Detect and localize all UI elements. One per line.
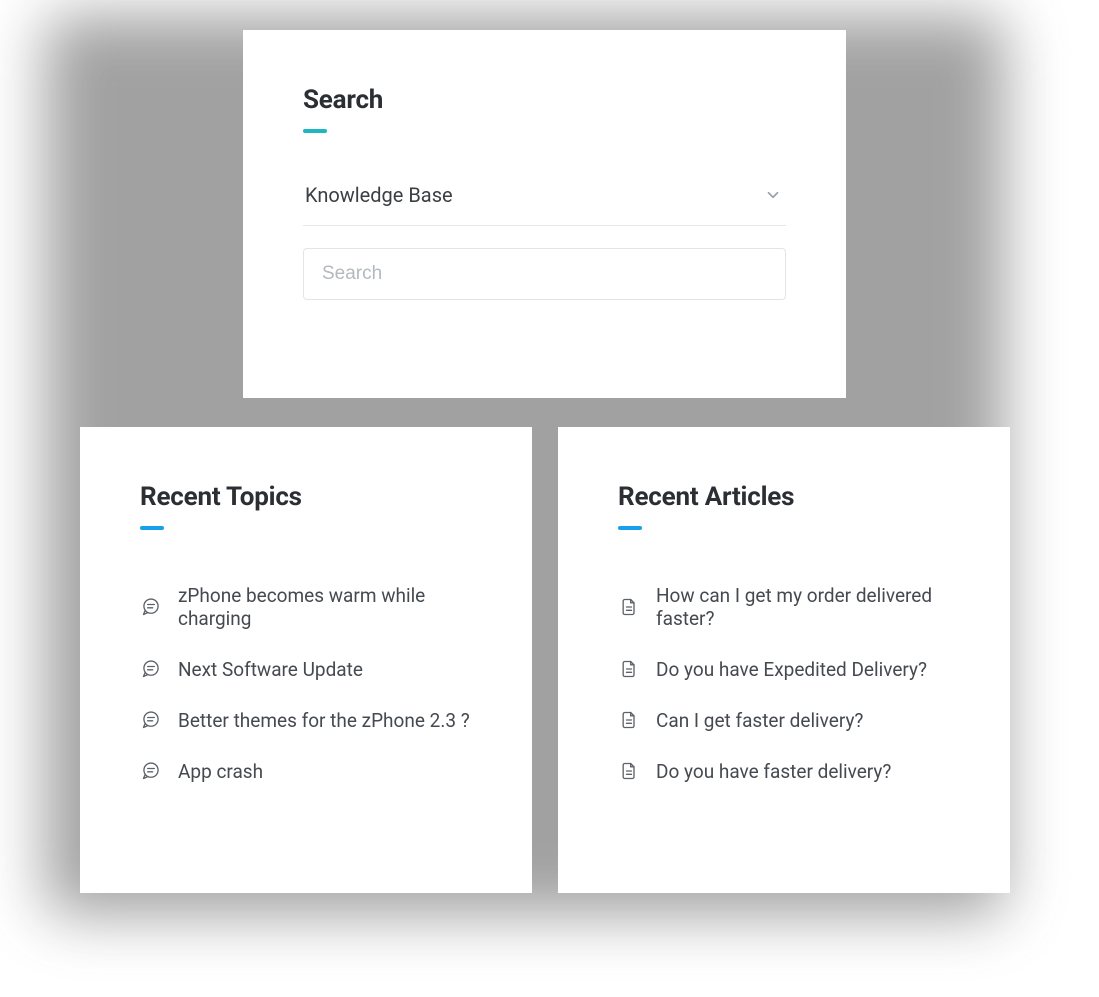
search-input[interactable]	[303, 248, 786, 300]
article-label: Do you have faster delivery?	[656, 760, 891, 783]
article-item[interactable]: Do you have faster delivery?	[618, 746, 950, 797]
article-item[interactable]: Do you have Expedited Delivery?	[618, 644, 950, 695]
topic-item[interactable]: zPhone becomes warm while charging	[140, 570, 472, 644]
document-icon	[618, 760, 640, 782]
recent-topics-card: Recent Topics zPhone becomes warm while …	[80, 427, 532, 893]
recent-articles-card: Recent Articles How can I get my order d…	[558, 427, 1010, 893]
search-card: Search Knowledge Base	[243, 30, 846, 398]
document-icon	[618, 709, 640, 731]
document-icon	[618, 596, 640, 618]
document-icon	[618, 658, 640, 680]
topic-item[interactable]: Next Software Update	[140, 644, 472, 695]
chat-icon	[140, 658, 162, 680]
topic-item[interactable]: App crash	[140, 746, 472, 797]
topic-label: App crash	[178, 760, 263, 783]
articles-list: How can I get my order delivered faster?…	[618, 570, 950, 797]
knowledge-base-dropdown[interactable]: Knowledge Base	[303, 181, 786, 226]
chat-icon	[140, 760, 162, 782]
topic-item[interactable]: Better themes for the zPhone 2.3 ?	[140, 695, 472, 746]
article-label: Can I get faster delivery?	[656, 709, 863, 732]
article-item[interactable]: Can I get faster delivery?	[618, 695, 950, 746]
recent-topics-heading: Recent Topics	[140, 482, 472, 512]
accent-bar	[303, 129, 327, 133]
chat-icon	[140, 596, 162, 618]
accent-bar	[140, 526, 164, 530]
accent-bar	[618, 526, 642, 530]
topic-label: Better themes for the zPhone 2.3 ?	[178, 709, 470, 732]
topic-label: zPhone becomes warm while charging	[178, 584, 472, 630]
chevron-down-icon	[764, 186, 782, 204]
recent-articles-heading: Recent Articles	[618, 482, 950, 512]
topics-list: zPhone becomes warm while charging Next …	[140, 570, 472, 797]
article-item[interactable]: How can I get my order delivered faster?	[618, 570, 950, 644]
article-label: Do you have Expedited Delivery?	[656, 658, 927, 681]
dropdown-label: Knowledge Base	[305, 183, 453, 207]
chat-icon	[140, 709, 162, 731]
search-heading: Search	[303, 85, 786, 115]
topic-label: Next Software Update	[178, 658, 363, 681]
article-label: How can I get my order delivered faster?	[656, 584, 950, 630]
